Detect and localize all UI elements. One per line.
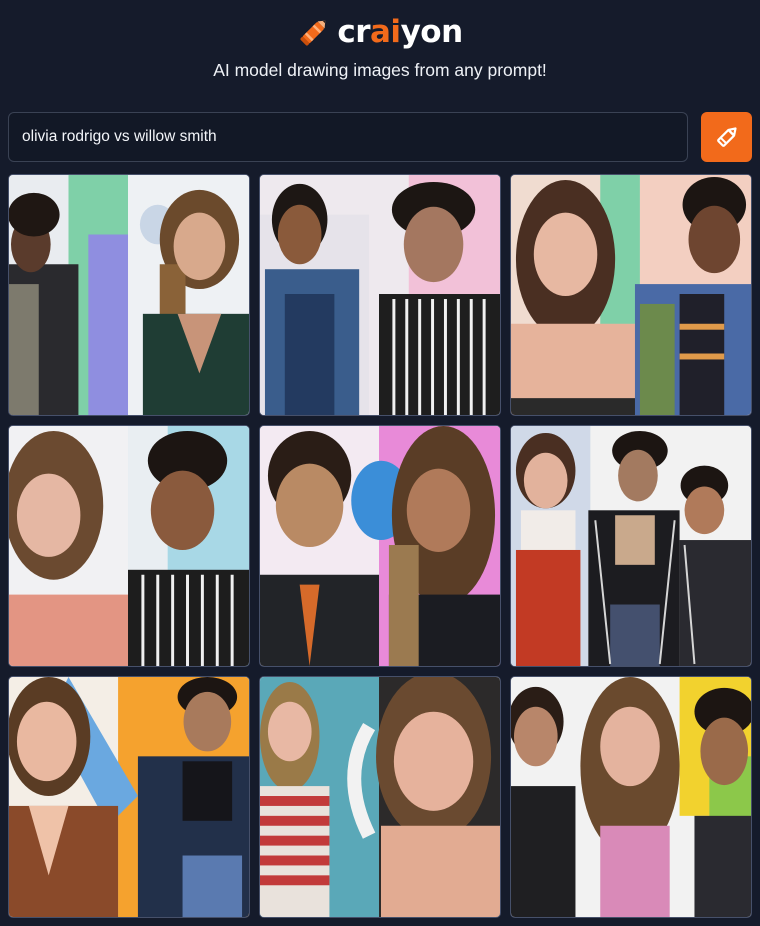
result-image-6[interactable] (510, 425, 752, 667)
result-image-8[interactable] (259, 676, 501, 918)
result-image-4[interactable] (8, 425, 250, 667)
crayon-icon (300, 20, 326, 46)
brand-wordmark: craiyon (337, 13, 464, 50)
results-grid (8, 174, 752, 918)
prompt-bar (8, 112, 752, 162)
result-image-3[interactable] (510, 174, 752, 416)
result-image-5[interactable] (259, 425, 501, 667)
result-image-7[interactable] (8, 676, 250, 918)
brand-name-prefix: cr (337, 13, 371, 50)
craiyon-page: craiyon AI model drawing images from any… (0, 0, 760, 926)
pencil-icon (716, 127, 737, 147)
result-image-1[interactable] (8, 174, 250, 416)
brand-name-suffix: yon (400, 13, 464, 50)
brand-name-highlight: ai (370, 13, 401, 50)
tagline: AI model drawing images from any prompt! (213, 60, 547, 80)
logo[interactable]: craiyon (0, 10, 760, 54)
result-image-2[interactable] (259, 174, 501, 416)
draw-button[interactable] (701, 112, 752, 162)
result-image-9[interactable] (510, 676, 752, 918)
prompt-input[interactable] (8, 112, 688, 162)
